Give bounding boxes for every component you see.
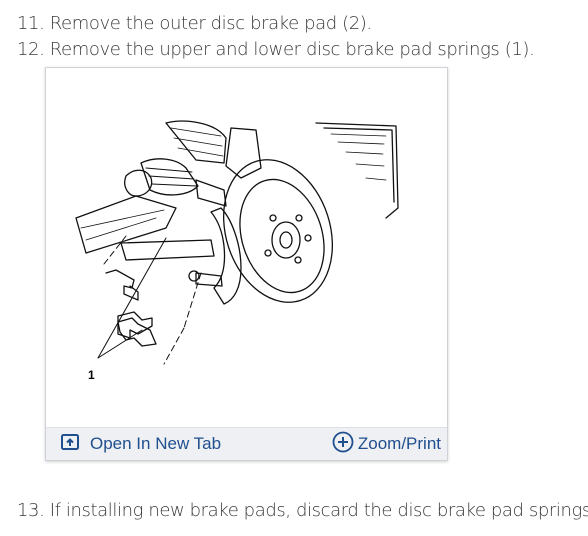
step-11-text: 11. Remove the outer disc brake pad (2). <box>17 13 372 34</box>
open-in-new-tab-label: Open In New Tab <box>90 434 222 453</box>
zoom-plus-icon <box>332 431 354 458</box>
zoom-print-label: Zoom/Print <box>357 434 441 453</box>
callout-label-1: 1 <box>88 368 95 382</box>
step-12-text: 12. Remove the upper and lower disc brak… <box>17 39 535 60</box>
open-in-new-tab-button[interactable]: Open In New Tab <box>60 428 221 460</box>
zoom-print-button[interactable]: Zoom/Print <box>332 428 441 460</box>
open-new-tab-icon <box>60 433 80 456</box>
step-13-text: 13. If installing new brake pads, discar… <box>17 500 588 521</box>
figure-toolbar: Open In New Tab Zoom/Print <box>46 427 447 460</box>
brake-assembly-illustration <box>75 120 399 365</box>
brake-illustration-figure: 1 Open In New Tab Zoom/Print <box>45 67 448 461</box>
